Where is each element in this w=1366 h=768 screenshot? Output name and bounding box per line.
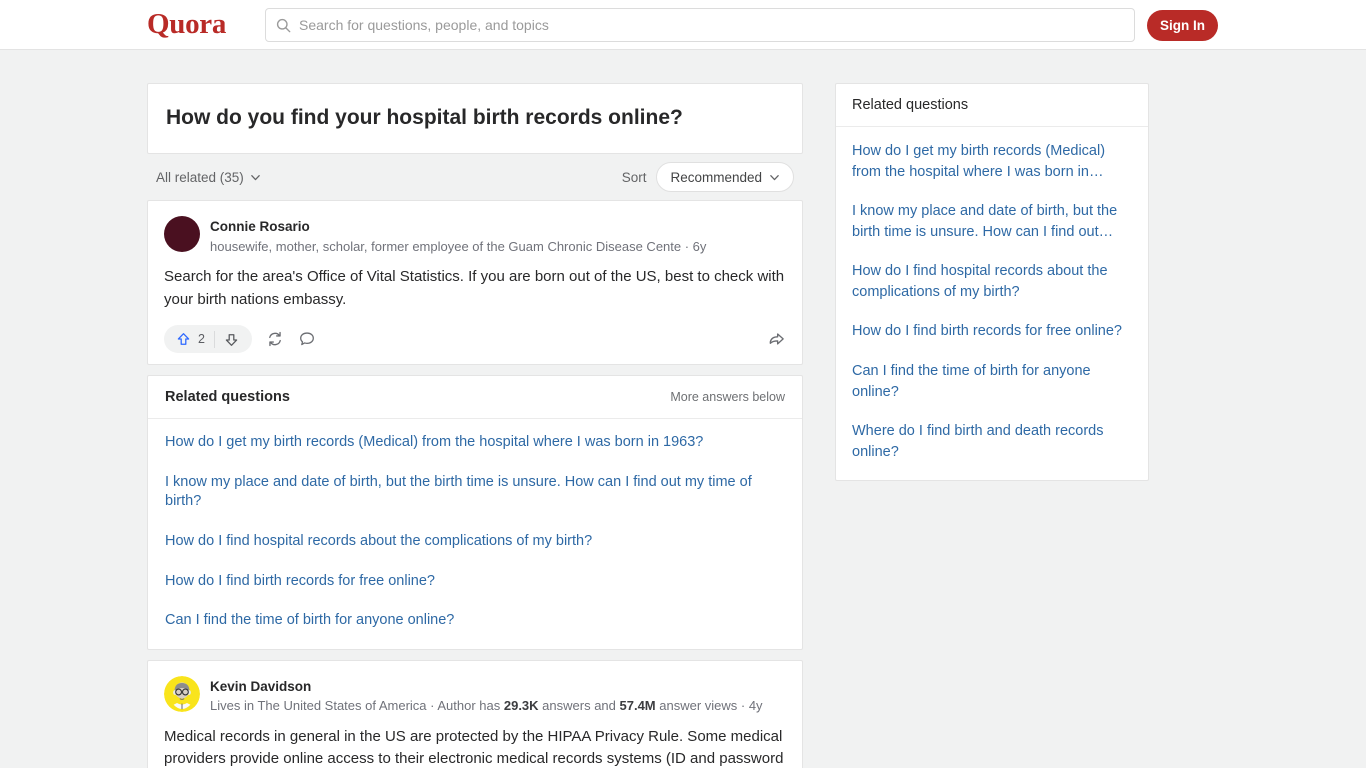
author-meta: Connie Rosario housewife, mother, schola… — [210, 216, 706, 256]
quora-logo[interactable]: Quora — [147, 8, 226, 41]
list-item[interactable]: How do I find birth records for free onl… — [852, 321, 1132, 342]
sign-in-button[interactable]: Sign In — [1147, 10, 1218, 41]
answer-body: Search for the area's Office of Vital St… — [164, 268, 785, 308]
list-item[interactable]: Can I find the time of birth for anyone … — [852, 361, 1132, 402]
action-buttons-group: 2 — [164, 325, 316, 354]
credentials-mid: answers and — [538, 698, 620, 714]
question-card: How do you find your hospital birth reco… — [147, 83, 803, 155]
page-title: How do you find your hospital birth reco… — [166, 106, 683, 129]
avatar[interactable] — [164, 216, 200, 253]
vote-control: 2 — [164, 325, 252, 354]
share-icon[interactable] — [767, 330, 786, 349]
sort-selected-value: Recommended — [670, 169, 762, 185]
answer-filter-bar: All related (35) Sort Recommended — [147, 154, 803, 200]
search-input[interactable] — [299, 17, 1124, 33]
more-answers-below-link[interactable]: More answers below — [670, 390, 785, 404]
author-credentials: housewife, mother, scholar, former emplo… — [210, 238, 707, 254]
sort-control: Sort Recommended — [621, 162, 794, 193]
list-item[interactable]: Can I find the time of birth for anyone … — [165, 611, 785, 631]
answer-author-header: Connie Rosario housewife, mother, schola… — [164, 216, 786, 256]
related-questions-title: Related questions — [165, 389, 290, 406]
answer-action-bar: 2 — [164, 324, 786, 354]
downvote-button[interactable] — [215, 331, 248, 348]
search-icon — [276, 18, 291, 32]
related-questions-list: How do I get my birth records (Medical) … — [148, 419, 802, 648]
list-item[interactable]: How do I find birth records for free onl… — [165, 572, 785, 592]
list-item[interactable]: I know my place and date of birth, but t… — [852, 201, 1132, 242]
list-item[interactable]: How do I get my birth records (Medical) … — [165, 433, 785, 453]
sort-label: Sort — [621, 169, 647, 185]
downvote-arrow-icon — [225, 333, 238, 346]
sidebar-related-questions-list: How do I get my birth records (Medical) … — [836, 127, 1148, 480]
answer-author-header: Kevin Davidson Lives in The United State… — [164, 675, 786, 716]
list-item[interactable]: How do I find hospital records about the… — [165, 532, 785, 552]
author-name[interactable]: Kevin Davidson — [210, 677, 763, 697]
top-navigation-bar: Quora Sign In — [0, 0, 1366, 50]
answers-count: 29.3K — [503, 698, 539, 714]
upvote-arrow-icon — [177, 332, 190, 345]
avatar[interactable] — [164, 675, 200, 712]
search-bar[interactable] — [265, 8, 1135, 42]
views-count: 57.4M — [619, 698, 656, 714]
related-questions-header: Related questions More answers below — [148, 376, 802, 420]
chevron-down-icon — [250, 174, 260, 181]
answer-body: Medical records in general in the US are… — [164, 727, 784, 768]
main-column: How do you find your hospital birth reco… — [147, 83, 803, 768]
all-related-label: All related (35) — [156, 169, 244, 185]
sort-dropdown[interactable]: Recommended — [656, 162, 794, 193]
sidebar-related-questions-card: Related questions How do I get my birth … — [835, 83, 1149, 482]
sidebar: Related questions How do I get my birth … — [835, 83, 1149, 482]
answer-card: Connie Rosario housewife, mother, schola… — [147, 200, 803, 366]
author-name[interactable]: Connie Rosario — [210, 217, 706, 237]
upvote-button[interactable]: 2 — [168, 331, 214, 348]
comment-icon[interactable] — [298, 330, 316, 348]
sidebar-related-questions-title: Related questions — [836, 84, 1148, 127]
list-item[interactable]: Where do I find birth and death records … — [852, 421, 1132, 462]
list-item[interactable]: How do I find hospital records about the… — [852, 261, 1132, 302]
repost-icon[interactable] — [266, 330, 284, 348]
list-item[interactable]: How do I get my birth records (Medical) … — [852, 141, 1132, 182]
upvote-count: 2 — [198, 332, 205, 347]
author-meta: Kevin Davidson Lives in The United State… — [210, 676, 763, 716]
answer-card: Kevin Davidson Lives in The United State… — [147, 659, 803, 768]
credentials-prefix: Lives in The United States of America · … — [210, 698, 504, 714]
all-related-filter[interactable]: All related (35) — [156, 170, 261, 185]
author-credentials: Lives in The United States of America · … — [210, 696, 763, 716]
credentials-suffix: answer views · 4y — [655, 698, 763, 714]
list-item[interactable]: I know my place and date of birth, but t… — [165, 473, 785, 512]
chevron-down-icon — [770, 174, 779, 181]
related-questions-card: Related questions More answers below How… — [147, 375, 803, 650]
